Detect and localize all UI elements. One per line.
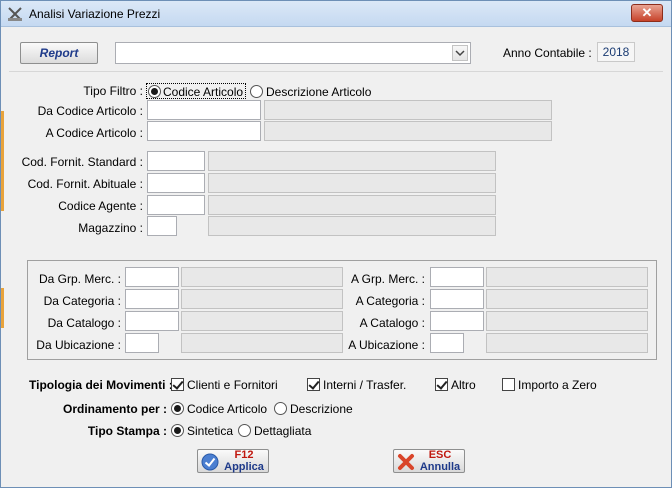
applica-button[interactable]: F12 Applica — [197, 449, 269, 473]
radio-ord-descrizione-label: Descrizione — [290, 402, 353, 416]
a-codice-articolo-desc — [264, 121, 552, 141]
a-categoria-desc — [486, 289, 648, 309]
da-ubicazione-input[interactable] — [125, 333, 159, 353]
side-marker — [1, 288, 4, 328]
check-interni-trasfer-label: Interni / Trasfer. — [323, 378, 407, 392]
cod-fornit-standard-input[interactable] — [147, 151, 205, 171]
x-icon — [398, 454, 414, 470]
check-altro[interactable] — [435, 378, 448, 391]
title-bar: Analisi Variazione Prezzi ✕ — [1, 1, 671, 27]
magazzino-desc — [208, 216, 496, 236]
da-codice-articolo-input[interactable] — [147, 100, 261, 120]
applica-key: F12 — [234, 449, 254, 461]
da-categoria-label: Da Categoria : — [43, 294, 121, 308]
tipologia-movimenti-label: Tipologia dei Movimenti : — [29, 378, 173, 392]
report-button[interactable]: Report — [20, 42, 98, 64]
codice-agente-label: Codice Agente : — [58, 199, 143, 213]
da-catalogo-input[interactable] — [125, 311, 179, 331]
radio-sintetica-label: Sintetica — [187, 424, 234, 438]
da-categoria-desc — [181, 289, 343, 309]
a-codice-articolo-input[interactable] — [147, 121, 261, 141]
a-catalogo-label: A Catalogo : — [359, 316, 425, 330]
radio-dettagliata[interactable] — [238, 424, 251, 437]
check-icon — [201, 453, 219, 471]
check-clienti-fornitori[interactable] — [171, 378, 184, 391]
magazzino-label: Magazzino : — [78, 221, 143, 235]
da-grp-merc-label: Da Grp. Merc. : — [38, 272, 121, 286]
da-grp-merc-input[interactable] — [125, 267, 179, 287]
radio-codice-articolo[interactable] — [148, 85, 161, 98]
cod-fornit-standard-desc — [208, 151, 496, 171]
a-catalogo-desc — [486, 311, 648, 331]
report-select[interactable] — [115, 42, 471, 64]
da-catalogo-desc — [181, 311, 343, 331]
check-importo-zero[interactable] — [502, 378, 515, 391]
check-importo-zero-label: Importo a Zero — [518, 378, 597, 392]
close-button[interactable]: ✕ — [631, 4, 663, 22]
da-ubicazione-label: Da Ubicazione : — [36, 338, 121, 352]
dialog-window: Analisi Variazione Prezzi ✕ Report Anno … — [0, 0, 672, 488]
a-categoria-label: A Categoria : — [355, 294, 425, 308]
radio-ord-descrizione[interactable] — [274, 402, 287, 415]
radio-descrizione-articolo[interactable] — [250, 85, 263, 98]
annulla-key: ESC — [428, 449, 452, 461]
tipo-stampa-label: Tipo Stampa : — [87, 424, 167, 438]
check-altro-label: Altro — [451, 378, 476, 392]
radio-descrizione-articolo-label: Descrizione Articolo — [266, 85, 372, 99]
a-grp-merc-desc — [486, 267, 648, 287]
da-codice-articolo-desc — [264, 100, 552, 120]
anno-contabile-label: Anno Contabile : — [503, 46, 592, 60]
radio-sintetica[interactable] — [171, 424, 184, 437]
cod-fornit-abituale-label: Cod. Fornit. Abituale : — [27, 177, 143, 191]
window-title: Analisi Variazione Prezzi — [29, 7, 161, 21]
check-clienti-fornitori-label: Clienti e Fornitori — [187, 378, 278, 392]
a-ubicazione-input[interactable] — [430, 333, 464, 353]
da-codice-articolo-label: Da Codice Articolo : — [37, 104, 143, 118]
tipo-filtro-label: Tipo Filtro : — [83, 84, 143, 98]
magazzino-input[interactable] — [147, 216, 177, 236]
app-icon — [8, 7, 22, 21]
radio-ord-codice[interactable] — [171, 402, 184, 415]
separator — [9, 71, 663, 72]
codice-agente-desc — [208, 195, 496, 215]
da-catalogo-label: Da Catalogo : — [47, 316, 121, 330]
annulla-button[interactable]: ESC Annulla — [393, 449, 465, 473]
cod-fornit-abituale-desc — [208, 173, 496, 193]
ordinamento-label: Ordinamento per : — [62, 402, 167, 416]
a-grp-merc-input[interactable] — [430, 267, 484, 287]
applica-label: Applica — [224, 461, 264, 473]
radio-dettagliata-label: Dettagliata — [254, 424, 312, 438]
cod-fornit-standard-label: Cod. Fornit. Standard : — [21, 155, 143, 169]
a-ubicazione-desc — [486, 333, 648, 353]
chevron-down-icon[interactable] — [452, 45, 468, 61]
cod-fornit-abituale-input[interactable] — [147, 173, 205, 193]
da-categoria-input[interactable] — [125, 289, 179, 309]
a-ubicazione-label: A Ubicazione : — [348, 338, 425, 352]
radio-ord-codice-label: Codice Articolo — [187, 402, 268, 416]
radio-codice-articolo-label: Codice Articolo — [163, 85, 244, 99]
check-interni-trasfer[interactable] — [307, 378, 320, 391]
annulla-label: Annulla — [419, 461, 461, 473]
a-codice-articolo-label: A Codice Articolo : — [45, 126, 143, 140]
a-categoria-input[interactable] — [430, 289, 484, 309]
da-ubicazione-desc — [181, 333, 343, 353]
side-marker — [1, 111, 4, 211]
a-grp-merc-label: A Grp. Merc. : — [350, 272, 425, 286]
a-catalogo-input[interactable] — [430, 311, 484, 331]
anno-contabile-field[interactable]: 2018 — [597, 42, 635, 62]
codice-agente-input[interactable] — [147, 195, 205, 215]
da-grp-merc-desc — [181, 267, 343, 287]
